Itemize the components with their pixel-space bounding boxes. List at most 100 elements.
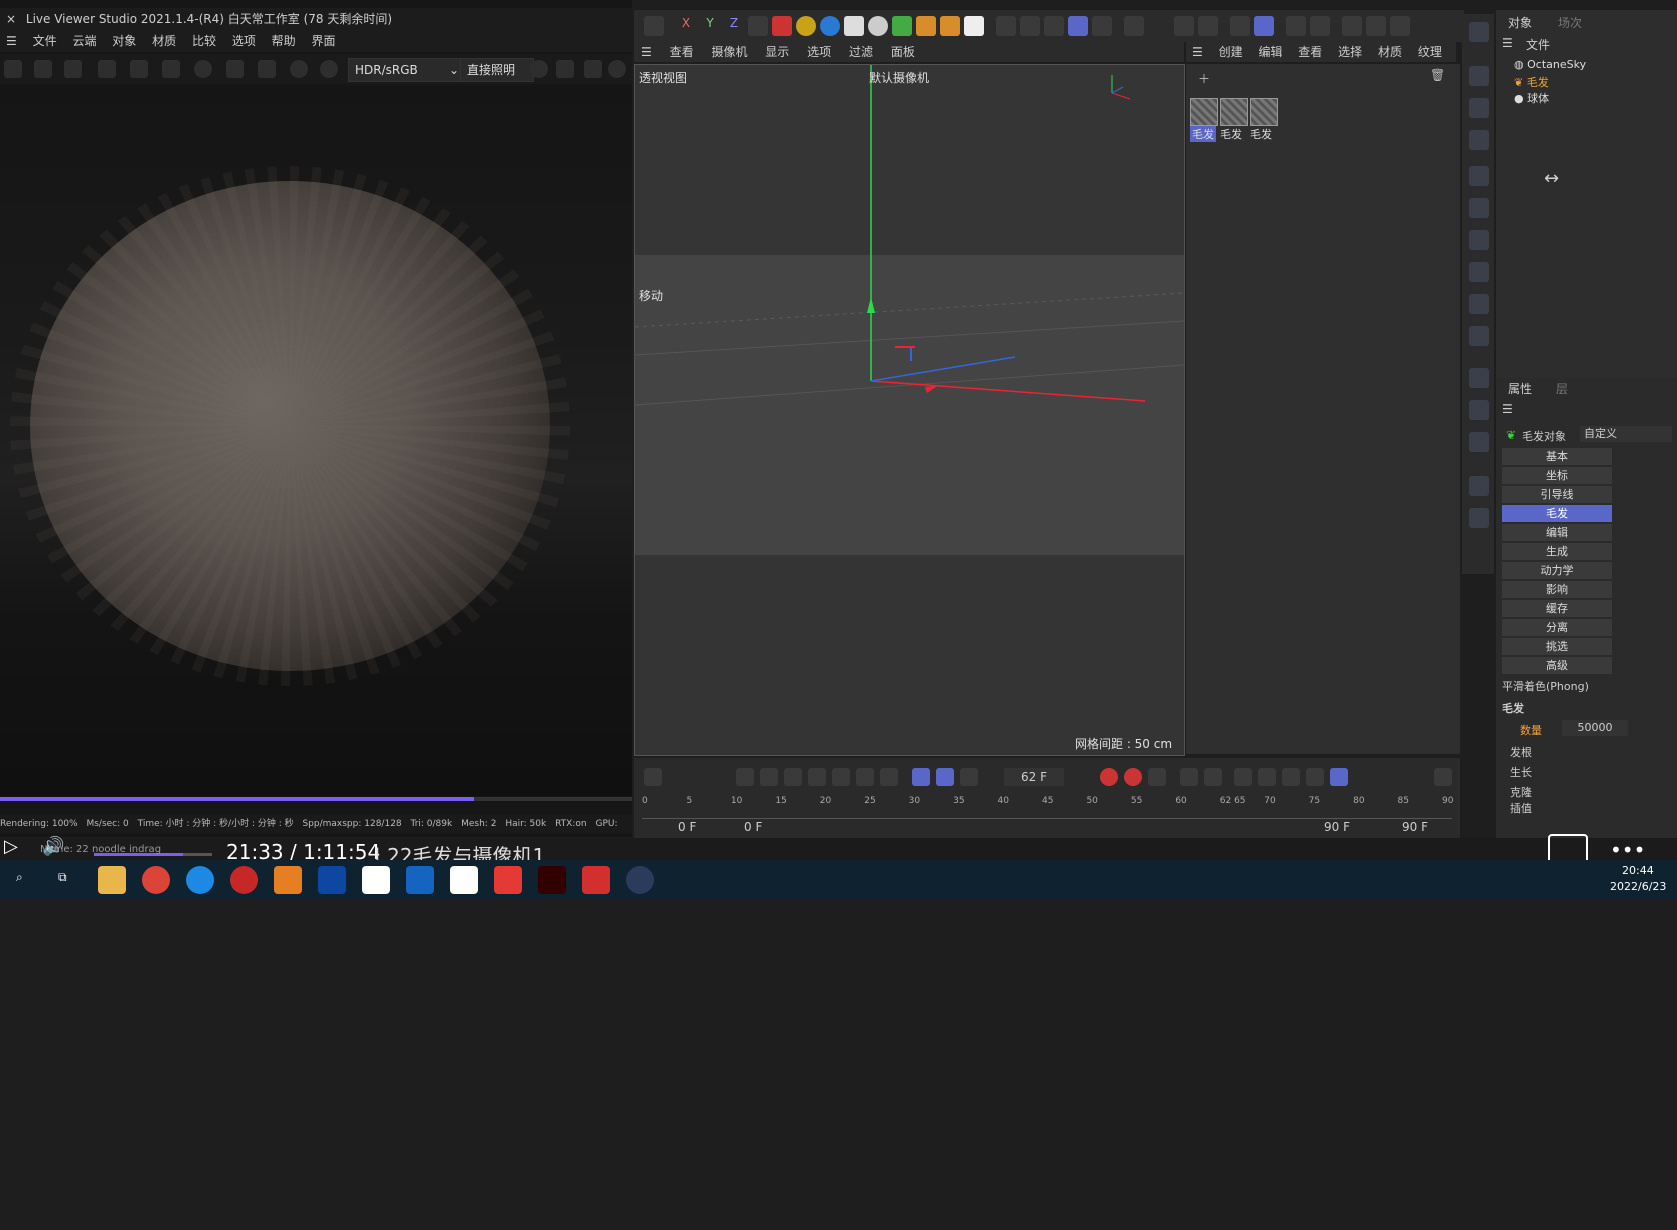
object-sphere[interactable]: ● 球体	[1514, 90, 1549, 106]
extra-icon[interactable]	[1390, 16, 1410, 36]
subgroup-clone[interactable]: 克隆	[1510, 784, 1532, 800]
region-icon[interactable]	[98, 60, 116, 78]
lv-menu-options[interactable]: 选项	[232, 34, 256, 48]
section-dynamics[interactable]: 动力学	[1502, 562, 1612, 579]
knife-icon[interactable]	[1469, 326, 1489, 346]
subgroup-root[interactable]: 发根	[1510, 744, 1532, 760]
vp-menu-display[interactable]: 显示	[765, 45, 789, 59]
box-icon[interactable]	[1469, 98, 1489, 118]
camera-icon[interactable]	[530, 60, 548, 78]
edge-mode-icon[interactable]	[1020, 16, 1040, 36]
snapshot-icon[interactable]	[556, 60, 574, 78]
clapper-icon[interactable]	[644, 16, 664, 36]
section-coord[interactable]: 坐标	[1502, 467, 1612, 484]
point-mode-icon[interactable]	[996, 16, 1016, 36]
end-frame[interactable]: 90 F	[1324, 820, 1350, 834]
go-end-icon[interactable]	[880, 768, 898, 786]
material-swatch[interactable]	[1190, 98, 1218, 126]
mat-menu-edit[interactable]: 编辑	[1258, 45, 1282, 59]
position-key-icon[interactable]	[1180, 768, 1198, 786]
spline-icon[interactable]	[1469, 294, 1489, 314]
section-advanced[interactable]: 高级	[1502, 657, 1612, 674]
vp-menu-panel[interactable]: 面板	[891, 45, 915, 59]
mat-menu-texture[interactable]: 纹理	[1418, 45, 1442, 59]
rotation-key-icon[interactable]	[1204, 768, 1222, 786]
pla-key-icon[interactable]	[1306, 768, 1324, 786]
pen-icon[interactable]	[1469, 262, 1489, 282]
cloner-icon[interactable]	[1469, 198, 1489, 218]
close-icon[interactable]: ×	[6, 12, 16, 26]
c4d-app-icon[interactable]	[274, 866, 302, 894]
section-generate[interactable]: 生成	[1502, 543, 1612, 560]
plane-icon[interactable]	[844, 16, 864, 36]
mat-menu-view[interactable]: 查看	[1298, 45, 1322, 59]
gear-icon[interactable]	[1469, 230, 1489, 250]
coordinate-icon[interactable]	[748, 16, 768, 36]
interpolation-icon[interactable]	[1330, 768, 1348, 786]
texture-mode-icon[interactable]	[1092, 16, 1112, 36]
text-icon[interactable]	[1469, 130, 1489, 150]
vp-menu-filter[interactable]: 过滤	[849, 45, 873, 59]
section-edit[interactable]: 编辑	[1502, 524, 1612, 541]
speaker-icon[interactable]	[960, 768, 978, 786]
next-key-icon[interactable]	[856, 768, 874, 786]
render-icon[interactable]	[772, 16, 792, 36]
search-icon[interactable]: ⌕	[16, 870, 23, 885]
tab-takes[interactable]: 场次	[1558, 14, 1582, 31]
section-cache[interactable]: 缓存	[1502, 600, 1612, 617]
recorder-icon[interactable]	[230, 866, 258, 894]
illustrator-icon[interactable]	[538, 866, 566, 894]
record-icon[interactable]	[608, 60, 626, 78]
mat-menu-material[interactable]: 材质	[1378, 45, 1402, 59]
material-ball-icon[interactable]	[194, 60, 212, 78]
autodesk-icon[interactable]	[1366, 16, 1386, 36]
prev-key-icon[interactable]	[760, 768, 778, 786]
generator-icon[interactable]	[892, 16, 912, 36]
lv-menu-interface[interactable]: 界面	[312, 34, 336, 48]
object-octanesky[interactable]: ◍ OctaneSky	[1514, 58, 1586, 71]
effector-icon[interactable]	[940, 16, 960, 36]
chrome-icon[interactable]	[142, 866, 170, 894]
param-key-icon[interactable]	[1282, 768, 1300, 786]
preset-dropdown[interactable]: 自定义	[1580, 426, 1672, 442]
hamburger-icon[interactable]: ☰	[1502, 402, 1513, 416]
workplane-icon[interactable]	[1286, 16, 1306, 36]
hamburger-icon[interactable]: ☰	[641, 45, 652, 59]
next-frame-icon[interactable]	[832, 768, 850, 786]
model-mode-icon[interactable]	[1068, 16, 1088, 36]
axis-y-button[interactable]: Y	[700, 16, 720, 36]
cube-icon[interactable]	[1469, 22, 1489, 42]
plane-app-icon[interactable]	[450, 866, 478, 894]
settings-icon[interactable]	[130, 60, 148, 78]
om-menu-file[interactable]: 文件	[1526, 36, 1550, 53]
subgroup-growth[interactable]: 生长	[1510, 764, 1532, 780]
vp-menu-camera[interactable]: 摄像机	[711, 45, 747, 59]
material-swatch[interactable]	[1250, 98, 1278, 126]
section-guides[interactable]: 引导线	[1502, 486, 1612, 503]
max-frame[interactable]: 90 F	[1402, 820, 1428, 834]
brush-icon[interactable]	[1469, 476, 1489, 496]
wps-icon[interactable]	[582, 866, 610, 894]
count-input[interactable]: 50000	[1562, 720, 1628, 736]
timeline-ruler[interactable]: 0 5 10 15 20 25 30 35 40 45 50 55 60 62 65 70 75 80 85 90	[642, 796, 1453, 819]
hamburger-icon[interactable]: ☰	[1192, 45, 1203, 59]
keyset-icon[interactable]	[1148, 768, 1166, 786]
keyframe-icon[interactable]	[644, 768, 662, 786]
start-frame[interactable]: 0 F	[678, 820, 696, 834]
more-icon[interactable]: •••	[1610, 838, 1645, 862]
paint-icon[interactable]	[1469, 508, 1489, 528]
bulb-icon[interactable]	[1469, 432, 1489, 452]
go-start-icon[interactable]	[736, 768, 754, 786]
section-influence[interactable]: 影响	[1502, 581, 1612, 598]
restart-icon[interactable]	[34, 60, 52, 78]
prev-frame-icon[interactable]	[784, 768, 802, 786]
section-hairs[interactable]: 毛发	[1502, 505, 1612, 522]
pause-icon[interactable]	[64, 60, 82, 78]
move-key-icon[interactable]	[1234, 768, 1252, 786]
trash-icon[interactable]: 🗑	[1430, 68, 1445, 82]
save-image-icon[interactable]	[584, 60, 602, 78]
play-icon[interactable]: ▷	[4, 836, 18, 857]
square-icon[interactable]	[1469, 66, 1489, 86]
hamburger-icon[interactable]: ☰	[6, 34, 17, 48]
phong-tag[interactable]: 平滑着色(Phong)	[1502, 678, 1589, 694]
